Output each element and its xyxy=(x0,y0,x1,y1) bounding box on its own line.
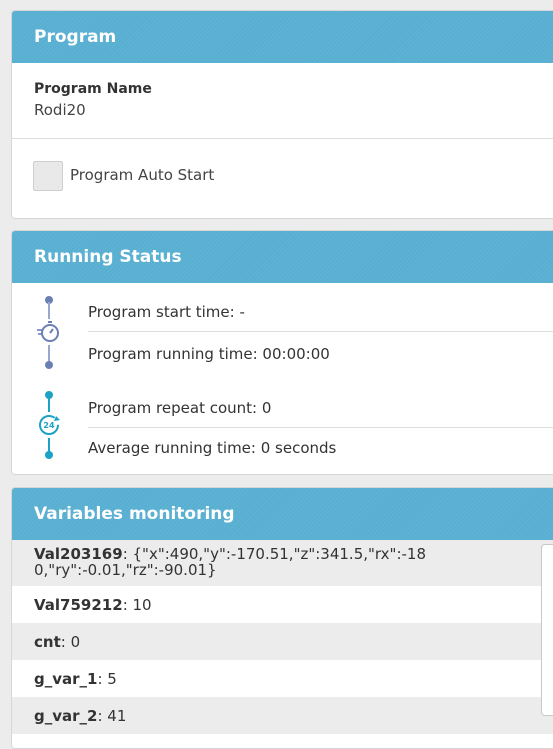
program-name-label: Program Name xyxy=(34,81,152,97)
auto-start-checkbox[interactable] xyxy=(33,161,63,191)
variable-name: Val759212 xyxy=(34,596,123,614)
variable-row: Val203169: {"x":490,"y":-170.51,"z":341.… xyxy=(12,540,553,586)
variable-row: Val759212: 10 xyxy=(12,586,553,623)
repeat-count-label: Program repeat count xyxy=(88,399,253,417)
program-name-field: Program Name Rodi20 xyxy=(12,63,553,139)
start-time-label: Program start time xyxy=(88,303,230,321)
avg-time-row: Average running time: 0 seconds xyxy=(88,439,336,457)
repeat-24-icon: 24 xyxy=(36,412,62,438)
variable-value: : 10 xyxy=(122,596,152,614)
avg-time-label: Average running time xyxy=(88,439,251,457)
stopwatch-icon xyxy=(36,319,62,345)
running-time-row: Program running time: 00:00:00 xyxy=(88,345,330,363)
start-time-value: : - xyxy=(229,303,245,321)
variable-value: : 5 xyxy=(97,670,117,688)
variable-name: g_var_1 xyxy=(34,670,98,688)
variable-name: g_var_2 xyxy=(34,707,98,725)
variable-row: cnt: 0 xyxy=(12,623,553,660)
running-status-card: Running Status Program start time: - Pro… xyxy=(11,230,553,475)
variable-value: : 0 xyxy=(60,633,81,651)
status-divider xyxy=(88,427,553,428)
repeat-count-value: : 0 xyxy=(252,399,272,417)
running-time-label: Program running time xyxy=(88,345,253,363)
auto-start-label: Program Auto Start xyxy=(70,166,215,184)
program-name-value: Rodi20 xyxy=(34,101,86,119)
variable-name: cnt xyxy=(34,633,61,651)
variable-row: g_var_1: 5 xyxy=(12,660,553,697)
variables-card: Variables monitoring Val203169: {"x":490… xyxy=(11,487,553,749)
program-header: Program xyxy=(12,11,553,63)
variable-value-continued: 0,"ry":-0.01,"rz":-90.01} xyxy=(34,561,217,579)
repeat-count-row: Program repeat count: 0 xyxy=(88,399,271,417)
avg-time-value: : 0 seconds xyxy=(250,439,337,457)
timer-timeline xyxy=(34,293,64,373)
running-status-header: Running Status xyxy=(12,231,553,283)
variable-value: : 41 xyxy=(97,707,127,725)
start-time-row: Program start time: - xyxy=(88,303,245,321)
auto-start-row[interactable]: Program Auto Start xyxy=(12,139,553,215)
svg-text:24: 24 xyxy=(43,421,55,430)
program-card: Program Program Name Rodi20 Program Auto… xyxy=(11,10,553,219)
running-time-value: : 00:00:00 xyxy=(252,345,330,363)
variable-row: g_var_2: 41 xyxy=(12,697,553,734)
repeat-timeline: 24 xyxy=(34,388,64,468)
variables-header: Variables monitoring xyxy=(12,488,553,540)
variable-detail-panel[interactable] xyxy=(541,544,553,716)
status-divider xyxy=(88,331,553,332)
